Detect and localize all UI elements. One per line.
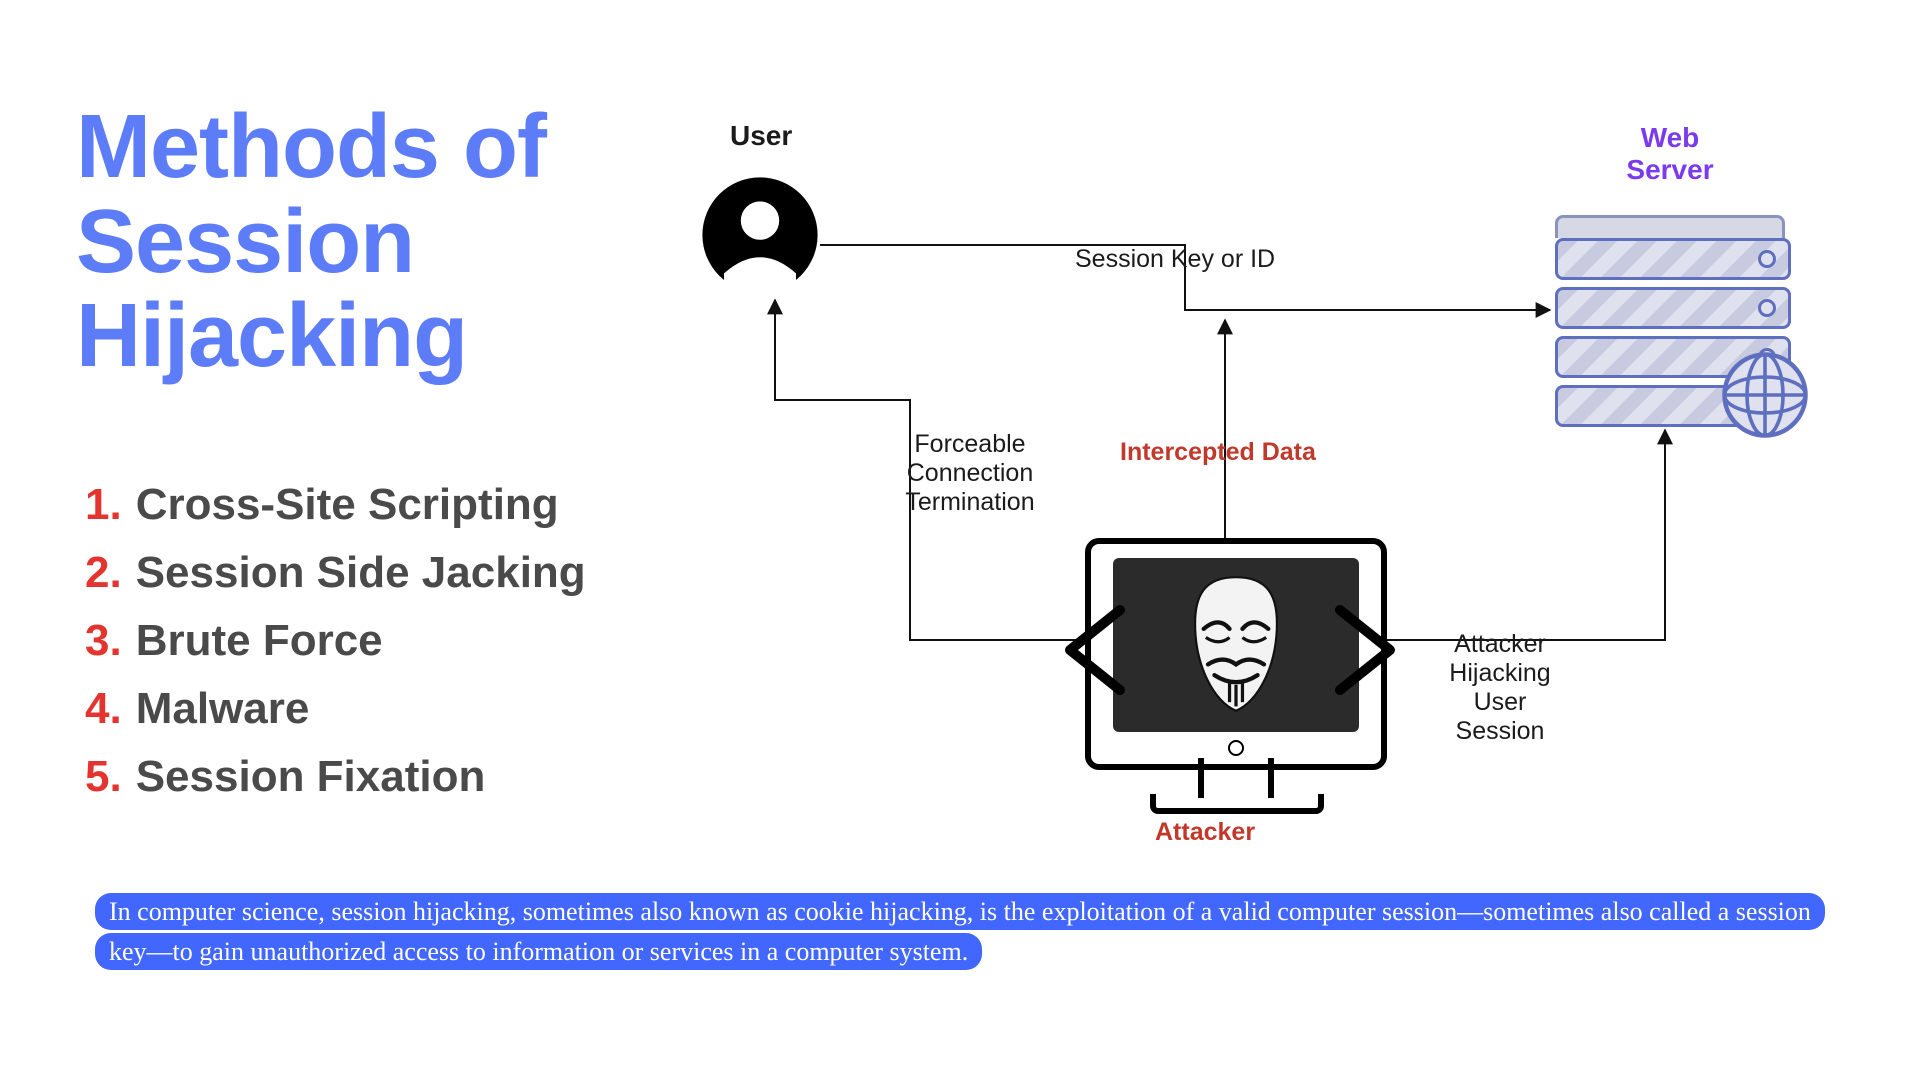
label-line: Session: [1420, 717, 1580, 746]
label-line: Termination: [880, 488, 1060, 517]
monitor-base: [1150, 794, 1324, 814]
webserver-label-line: Server: [1600, 154, 1740, 186]
label-line: User: [1420, 688, 1580, 717]
intercepted-data-label: Intercepted Data: [1120, 438, 1316, 467]
diagram-stage: Methods of Session Hijacking 1.Cross-Sit…: [0, 0, 1920, 1080]
user-icon: [700, 175, 820, 295]
label-line: Attacker: [1420, 630, 1580, 659]
label-line: Hijacking: [1420, 659, 1580, 688]
monitor-stand: [1198, 758, 1274, 798]
attacker-label: Attacker: [1155, 818, 1255, 847]
footer-text: In computer science, session hijacking, …: [95, 893, 1825, 970]
hijacking-session-label: Attacker Hijacking User Session: [1420, 630, 1580, 746]
session-key-label: Session Key or ID: [1075, 245, 1275, 274]
user-label: User: [730, 120, 792, 152]
code-brackets-icon: [1060, 590, 1400, 710]
webserver-label-line: Web: [1600, 122, 1740, 154]
forceable-termination-label: Forceable Connection Termination: [880, 430, 1060, 517]
label-line: Connection: [880, 459, 1060, 488]
label-line: Forceable: [880, 430, 1060, 459]
globe-icon: [1720, 350, 1810, 440]
webserver-label: Web Server: [1600, 122, 1740, 186]
footer-definition: In computer science, session hijacking, …: [95, 892, 1825, 973]
